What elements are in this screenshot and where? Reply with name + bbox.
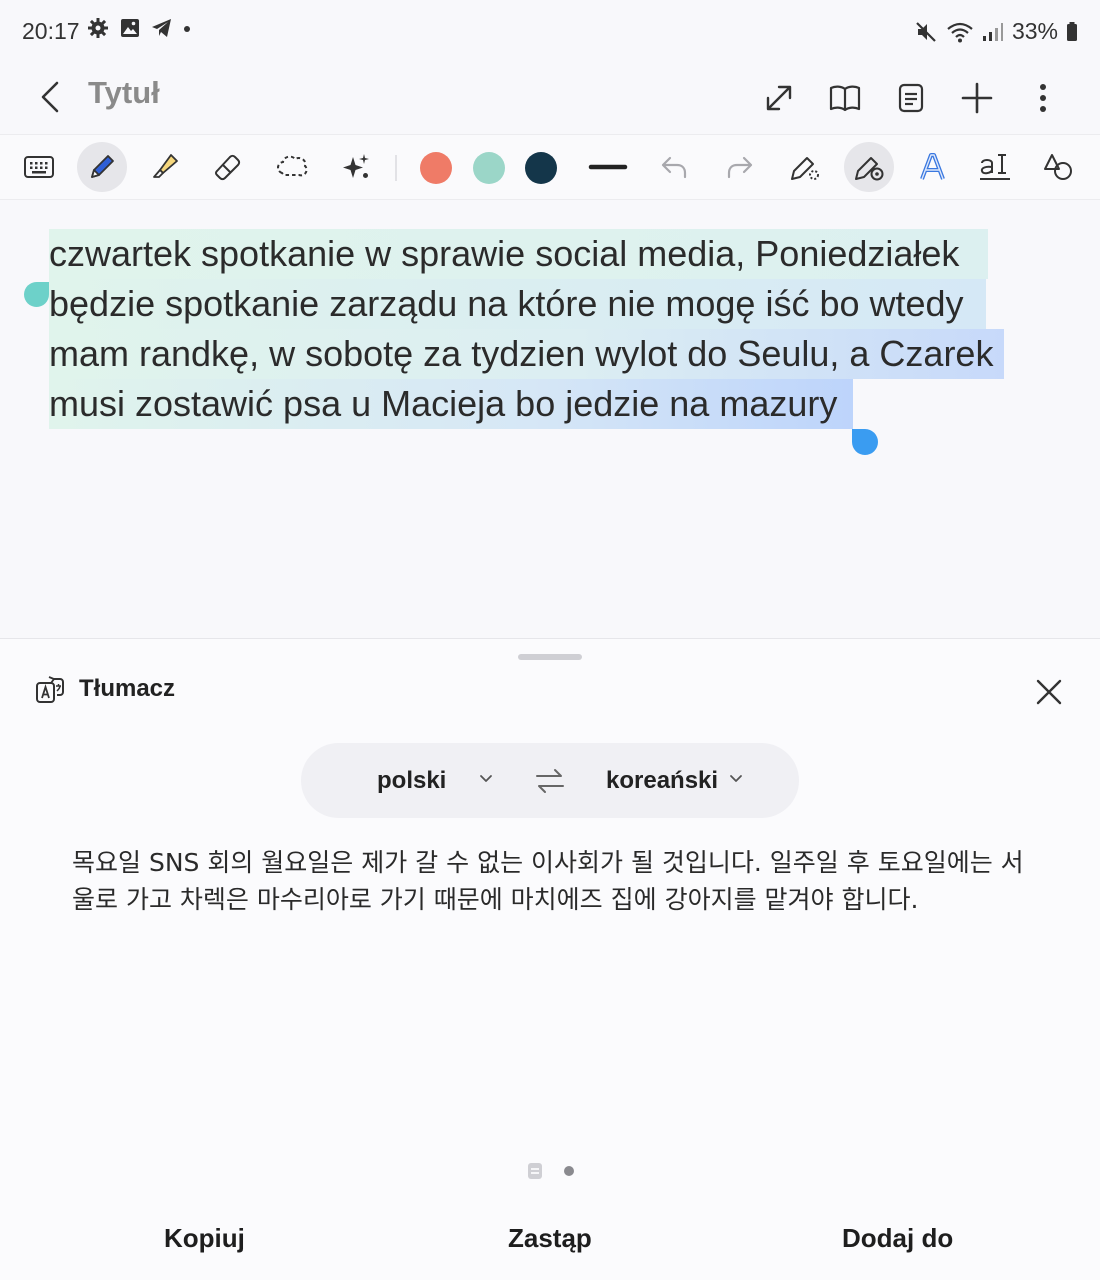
telegram-icon — [152, 19, 171, 37]
title-bar: Tytuł — [0, 62, 1100, 134]
close-panel-button[interactable] — [1026, 669, 1072, 715]
expand-icon — [766, 85, 792, 111]
undo-icon — [661, 156, 687, 179]
copy-button[interactable]: Kopiuj — [164, 1223, 245, 1254]
highlighter-tool-button[interactable] — [140, 142, 190, 192]
undo-button[interactable] — [649, 142, 699, 192]
book-icon — [829, 85, 861, 112]
wifi-icon — [947, 22, 973, 42]
note-title[interactable]: Tytuł — [88, 75, 160, 111]
gallery-icon — [121, 19, 139, 37]
ai-assist-button[interactable] — [331, 142, 381, 192]
swap-languages-icon[interactable] — [533, 765, 567, 797]
back-button[interactable] — [28, 72, 72, 122]
pen-tool-button[interactable] — [77, 142, 127, 192]
title-actions — [746, 68, 1076, 128]
eraser-icon — [214, 154, 241, 181]
replace-button[interactable]: Zastąp — [508, 1223, 592, 1254]
ai-sparkle-icon — [343, 154, 369, 178]
note-text-line[interactable]: musi zostawić psa u Macieja bo jedzie na… — [49, 379, 837, 429]
status-bar: 20:17 33% — [0, 0, 1100, 62]
translate-panel: Tłumacz polski koreański 목요일 SNS 회의 월요일은… — [0, 638, 1100, 1280]
status-left-icons — [86, 16, 192, 40]
color-swatch-coral[interactable] — [420, 152, 452, 184]
back-arrow-icon — [41, 81, 59, 113]
signal-icon — [982, 22, 1003, 41]
pen-icon — [91, 155, 114, 178]
shapes-icon — [1044, 154, 1072, 180]
battery-icon — [1067, 21, 1077, 41]
eraser-tool-button[interactable] — [203, 142, 253, 192]
text-style-button[interactable] — [907, 142, 957, 192]
toolbar-separator — [395, 155, 397, 181]
language-selector: polski koreański — [301, 743, 799, 818]
color-swatch-navy[interactable] — [525, 152, 557, 184]
status-right: 33% — [914, 18, 1078, 45]
page-indicator — [528, 1163, 574, 1179]
add-icon — [961, 82, 993, 114]
selection-end-handle[interactable] — [852, 429, 878, 455]
panel-title: Tłumacz — [79, 675, 176, 702]
source-language[interactable]: polski — [377, 767, 446, 795]
highlighter-icon — [153, 154, 178, 178]
stroke-width-icon — [588, 164, 628, 170]
note-text-line[interactable]: mam randkę, w sobotę za tydzien wylot do… — [49, 329, 993, 379]
lasso-tool-button[interactable] — [267, 142, 317, 192]
page-indicator-doc-icon[interactable] — [528, 1163, 542, 1179]
redo-icon — [727, 156, 753, 179]
add-page-button[interactable] — [944, 68, 1010, 128]
status-time: 20:17 — [22, 18, 80, 44]
note-text-line[interactable]: będzie spotkanie zarządu na które nie mo… — [49, 279, 964, 329]
shapes-button[interactable] — [1033, 142, 1083, 192]
page-indicator-dot[interactable] — [564, 1166, 574, 1176]
expand-button[interactable] — [746, 68, 812, 128]
page-icon — [898, 83, 924, 113]
add-to-button[interactable]: Dodaj do — [842, 1223, 953, 1254]
chevron-down-icon[interactable] — [479, 769, 493, 789]
panel-actions: Kopiuj Zastąp Dodaj do — [0, 1209, 1100, 1269]
more-icon — [1040, 84, 1046, 112]
target-language[interactable]: koreański — [606, 767, 718, 795]
note-text-line[interactable]: czwartek spotkanie w sprawie social medi… — [49, 229, 959, 279]
settings-icon — [88, 18, 108, 38]
chevron-down-icon[interactable] — [729, 769, 743, 789]
handwriting-assist-icon — [855, 157, 884, 181]
redo-button[interactable] — [715, 142, 765, 192]
page-view-button[interactable] — [878, 68, 944, 128]
text-style-icon — [920, 153, 945, 180]
handwriting-assist-button[interactable] — [844, 142, 894, 192]
panel-drag-handle[interactable] — [518, 654, 582, 660]
keyboard-icon — [24, 156, 54, 178]
drawing-toolbar — [0, 134, 1100, 200]
selection-start-handle[interactable] — [24, 282, 49, 307]
dot-icon — [184, 26, 190, 32]
translation-result: 목요일 SNS 회의 월요일은 제가 갈 수 없는 이사회가 될 것입니다. 일… — [72, 848, 1024, 914]
text-recognition-button[interactable] — [970, 142, 1020, 192]
translate-icon — [36, 676, 64, 703]
keyboard-button[interactable] — [14, 142, 64, 192]
pen-settings-icon — [791, 157, 819, 180]
pen-settings-button[interactable] — [780, 142, 830, 192]
close-icon — [1036, 679, 1062, 705]
battery-percent: 33% — [1011, 18, 1058, 44]
reading-mode-button[interactable] — [812, 68, 878, 128]
mute-icon — [916, 21, 936, 42]
lasso-icon — [277, 155, 308, 177]
more-options-button[interactable] — [1010, 68, 1076, 128]
stroke-width-button[interactable] — [583, 142, 633, 192]
text-recognition-icon — [980, 154, 1010, 180]
color-swatch-mint[interactable] — [473, 152, 505, 184]
